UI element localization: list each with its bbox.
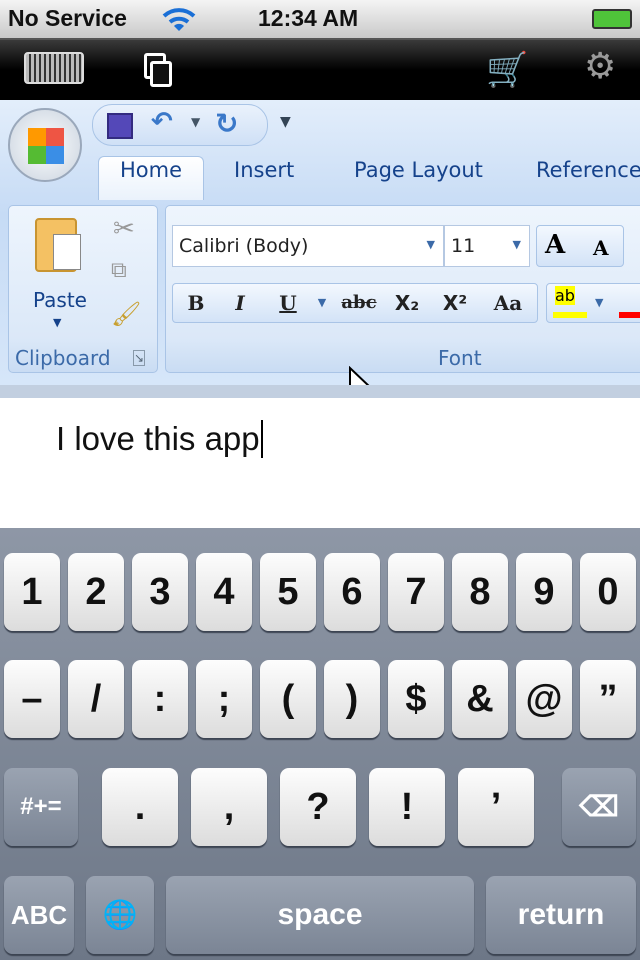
space-key[interactable]: space	[166, 876, 474, 954]
cut-icon[interactable]: ✂	[113, 214, 135, 244]
key[interactable]: ?	[280, 768, 356, 846]
document-page[interactable]: I love this app	[0, 385, 640, 528]
key[interactable]: ’	[458, 768, 534, 846]
office-button[interactable]	[8, 108, 82, 182]
subscript-button[interactable]: X₂	[386, 283, 428, 323]
font-name-select[interactable]: Calibri (Body) ▼	[172, 225, 444, 267]
key[interactable]: ;	[196, 660, 252, 738]
key[interactable]: @	[516, 660, 572, 738]
key[interactable]: &	[452, 660, 508, 738]
app-toolbar: 🛒 ⚙	[0, 40, 640, 100]
font-label: Font	[438, 346, 482, 370]
highlight-color-swatch	[553, 312, 587, 318]
key[interactable]: –	[4, 660, 60, 738]
key[interactable]: 2	[68, 553, 124, 631]
save-icon[interactable]	[107, 113, 133, 139]
italic-button[interactable]: I	[220, 283, 260, 323]
format-painter-icon[interactable]: 🖌	[111, 300, 141, 328]
cart-icon[interactable]: 🛒	[486, 50, 528, 90]
key[interactable]: 6	[324, 553, 380, 631]
globe-icon: 🌐	[102, 899, 138, 930]
grow-font-button[interactable]: A	[545, 230, 565, 260]
keyboard-icon[interactable]	[24, 52, 84, 84]
gear-icon[interactable]: ⚙	[584, 46, 616, 87]
key[interactable]: ,	[191, 768, 267, 846]
underline-button[interactable]: U	[268, 283, 308, 323]
copy-icon[interactable]: ⧉	[111, 258, 127, 283]
chevron-down-icon: ▼	[512, 238, 521, 251]
chevron-down-icon: ▼	[426, 238, 435, 251]
highlight-dropdown-icon[interactable]: ▼	[595, 296, 603, 309]
battery-icon	[592, 9, 632, 29]
office-logo-icon	[28, 128, 64, 164]
bold-button[interactable]: B	[176, 283, 216, 323]
paste-button[interactable]: Paste	[33, 288, 87, 312]
key[interactable]: )	[324, 660, 380, 738]
font-size-buttons: A A	[536, 225, 624, 267]
undo-icon[interactable]: ↶	[151, 107, 173, 137]
font-color-swatch[interactable]	[619, 312, 640, 318]
key[interactable]: !	[369, 768, 445, 846]
quick-access-toolbar: ↶ ▼ ↻	[92, 104, 268, 146]
symbols-key[interactable]: #+=	[4, 768, 78, 846]
key[interactable]: 8	[452, 553, 508, 631]
key[interactable]: 1	[4, 553, 60, 631]
undo-dropdown-icon[interactable]: ▼	[191, 115, 200, 129]
strikethrough-button[interactable]: abc	[336, 283, 382, 323]
key[interactable]: 3	[132, 553, 188, 631]
key[interactable]: $	[388, 660, 444, 738]
change-case-button[interactable]: Aa	[482, 283, 534, 323]
tab-references[interactable]: Reference	[536, 158, 640, 182]
carrier: No Service	[8, 5, 127, 31]
customize-toolbar-icon[interactable]: ▼	[280, 114, 291, 130]
clock: 12:34 AM	[258, 5, 359, 31]
globe-key[interactable]: 🌐	[86, 876, 154, 954]
backspace-icon: ⌫	[579, 791, 619, 822]
key[interactable]: 4	[196, 553, 252, 631]
key[interactable]: 9	[516, 553, 572, 631]
key[interactable]: 5	[260, 553, 316, 631]
key[interactable]: /	[68, 660, 124, 738]
tab-page-layout[interactable]: Page Layout	[354, 158, 483, 182]
abc-key[interactable]: ABC	[4, 876, 74, 954]
font-size-value: 11	[451, 235, 476, 257]
tab-insert[interactable]: Insert	[234, 158, 294, 182]
document-text[interactable]: I love this app	[56, 420, 263, 458]
shrink-font-button[interactable]: A	[593, 236, 609, 260]
paste-icon[interactable]	[35, 218, 81, 272]
redo-icon[interactable]: ↻	[215, 107, 238, 140]
key[interactable]: ”	[580, 660, 636, 738]
clipboard-group: Paste ▼ ✂ ⧉ 🖌 Clipboard ↘	[8, 205, 158, 373]
return-key[interactable]: return	[486, 876, 636, 954]
key[interactable]: 0	[580, 553, 636, 631]
superscript-button[interactable]: X²	[434, 283, 476, 323]
font-name-value: Calibri (Body)	[179, 235, 309, 257]
delete-key[interactable]: ⌫	[562, 768, 636, 846]
key[interactable]: (	[260, 660, 316, 738]
tab-home[interactable]: Home	[120, 158, 182, 182]
font-size-select[interactable]: 11 ▼	[444, 225, 530, 267]
color-buttons: ab ▼	[546, 283, 640, 323]
wifi-icon	[162, 8, 196, 31]
paste-dropdown-icon[interactable]: ▼	[53, 316, 61, 329]
key[interactable]: 7	[388, 553, 444, 631]
key[interactable]: .	[102, 768, 178, 846]
status-bar: No Service 12:34 AM	[0, 0, 640, 40]
windows-icon[interactable]	[144, 53, 172, 87]
highlight-button[interactable]: ab	[555, 286, 575, 305]
clipboard-label: Clipboard	[15, 346, 111, 370]
key[interactable]: :	[132, 660, 188, 738]
dialog-launcher-icon[interactable]: ↘	[133, 350, 146, 366]
underline-dropdown-icon[interactable]: ▼	[312, 283, 332, 323]
